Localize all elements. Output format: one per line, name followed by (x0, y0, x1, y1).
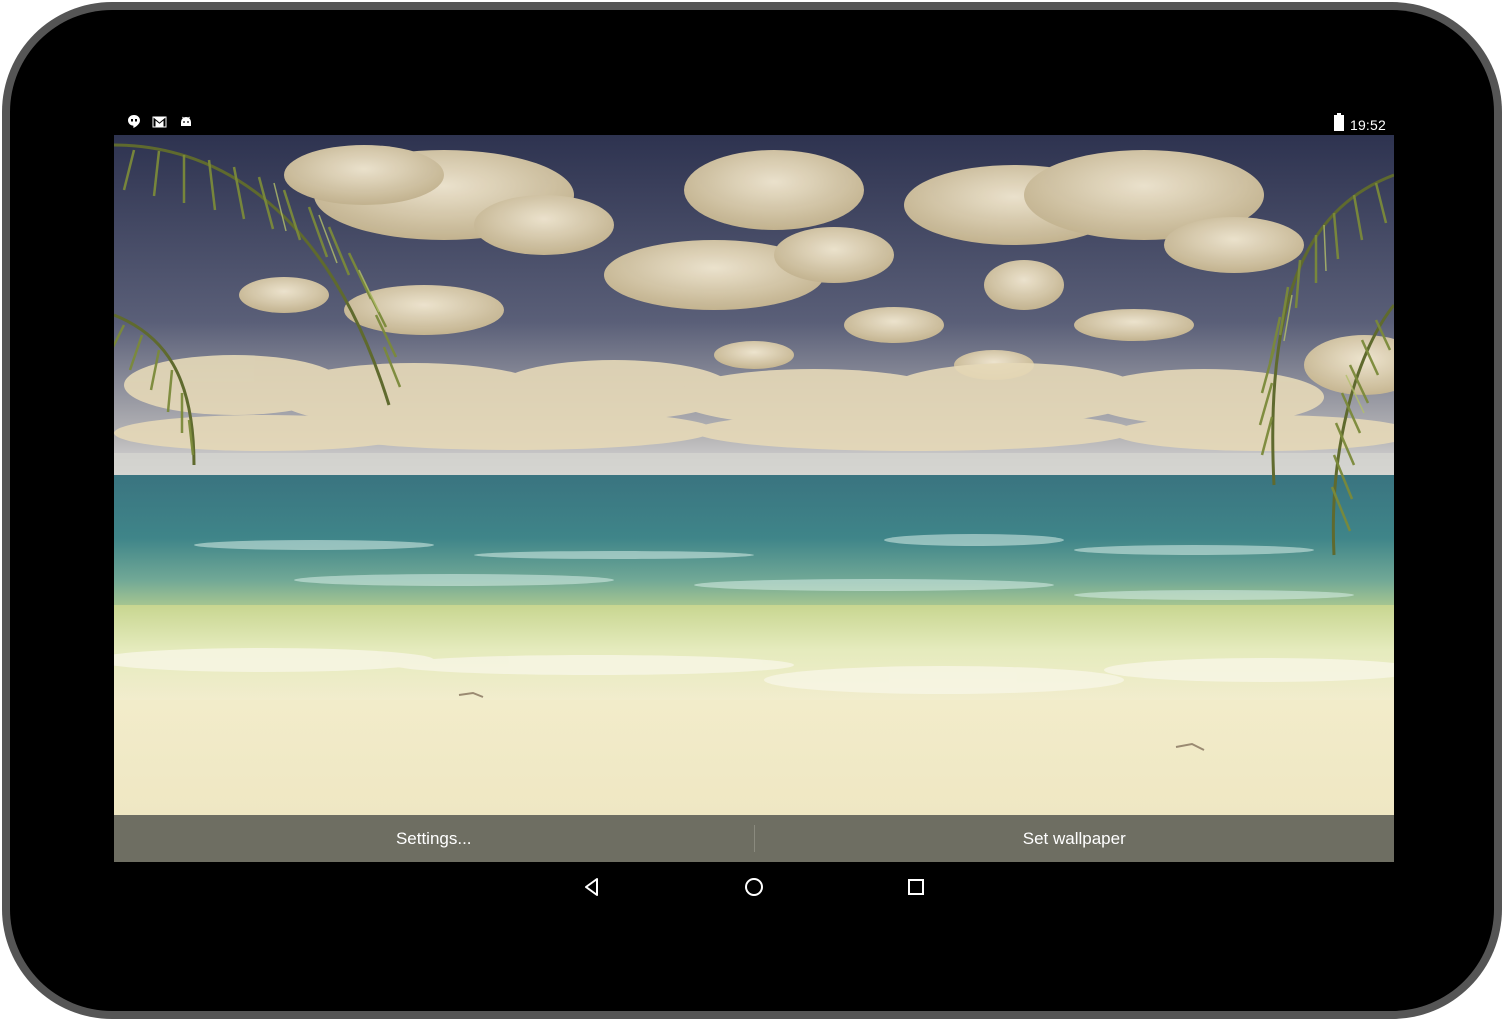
gmail-icon (152, 114, 167, 129)
navigation-bar (114, 862, 1394, 912)
wallpaper-preview[interactable] (114, 135, 1394, 815)
home-icon[interactable] (743, 876, 765, 898)
settings-button[interactable]: Settings... (114, 815, 754, 862)
wallpaper-action-bar: Settings... Set wallpaper (114, 815, 1394, 862)
notification-icons (126, 114, 193, 129)
back-icon[interactable] (581, 876, 603, 898)
beach-scene (114, 135, 1394, 815)
android-icon (178, 114, 193, 129)
recents-icon[interactable] (905, 876, 927, 898)
battery-full-icon (1333, 113, 1344, 136)
hangouts-icon (126, 114, 141, 129)
set-wallpaper-button[interactable]: Set wallpaper (755, 815, 1395, 862)
status-bar: 19:52 (114, 110, 1394, 135)
clock: 19:52 (1349, 116, 1386, 133)
